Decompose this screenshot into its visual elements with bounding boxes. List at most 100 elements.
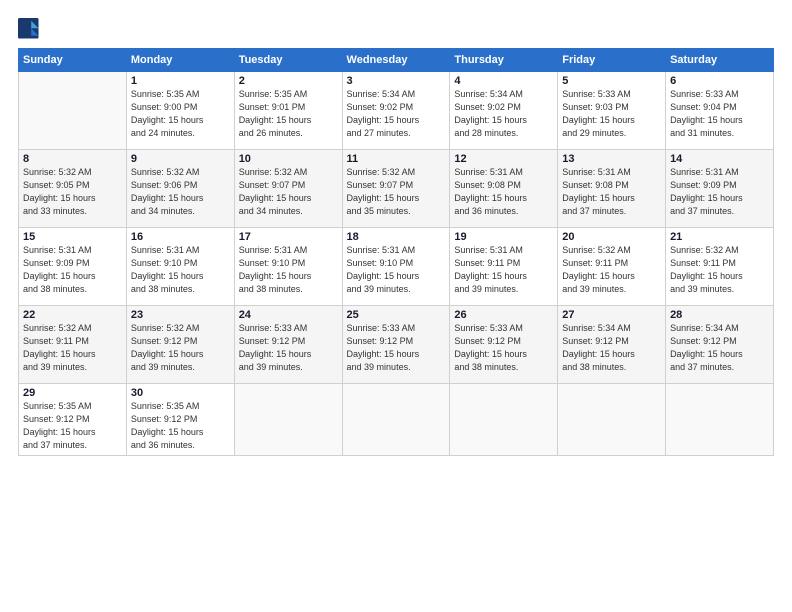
day-number: 8 — [23, 153, 122, 165]
cell-text: Sunrise: 5:31 AMSunset: 9:10 PMDaylight:… — [347, 245, 420, 294]
calendar-cell: 6 Sunrise: 5:33 AMSunset: 9:04 PMDaylight… — [666, 72, 774, 150]
cell-text: Sunrise: 5:33 AMSunset: 9:12 PMDaylight:… — [239, 323, 312, 372]
cell-text: Sunrise: 5:33 AMSunset: 9:12 PMDaylight:… — [454, 323, 527, 372]
day-number: 26 — [454, 309, 553, 321]
calendar-cell: 2 Sunrise: 5:35 AMSunset: 9:01 PMDaylight… — [234, 72, 342, 150]
day-number: 24 — [239, 309, 338, 321]
calendar-cell: 3 Sunrise: 5:34 AMSunset: 9:02 PMDaylight… — [342, 72, 450, 150]
calendar-cell: 18 Sunrise: 5:31 AMSunset: 9:10 PMDayligh… — [342, 228, 450, 306]
calendar-cell: 10Sunrise: 5:32 AMSunset: 9:07 PMDayligh… — [234, 150, 342, 228]
calendar-cell: 19 Sunrise: 5:31 AMSunset: 9:11 PMDayligh… — [450, 228, 558, 306]
calendar-week-row: 29 Sunrise: 5:35 AMSunset: 9:12 PMDayligh… — [19, 384, 774, 456]
cell-text: Sunrise: 5:35 AMSunset: 9:12 PMDaylight:… — [131, 401, 204, 450]
cell-text: Sunrise: 5:35 AMSunset: 9:12 PMDaylight:… — [23, 401, 96, 450]
calendar-cell: 16 Sunrise: 5:31 AMSunset: 9:10 PMDayligh… — [126, 228, 234, 306]
header — [18, 18, 774, 40]
cell-text: Sunrise: 5:33 AMSunset: 9:12 PMDaylight:… — [347, 323, 420, 372]
cell-text: Sunrise: 5:32 AMSunset: 9:11 PMDaylight:… — [23, 323, 96, 372]
column-header-friday: Friday — [558, 49, 666, 72]
calendar-body: 1 Sunrise: 5:35 AMSunset: 9:00 PMDaylight… — [19, 72, 774, 456]
day-number: 29 — [23, 387, 122, 399]
cell-text: Sunrise: 5:34 AMSunset: 9:02 PMDaylight:… — [347, 89, 420, 138]
calendar-cell — [342, 384, 450, 456]
calendar-cell: 9Sunrise: 5:32 AMSunset: 9:06 PMDaylight… — [126, 150, 234, 228]
calendar-cell: 21Sunrise: 5:32 AMSunset: 9:11 PMDayligh… — [666, 228, 774, 306]
calendar-cell: 12 Sunrise: 5:31 AMSunset: 9:08 PMDayligh… — [450, 150, 558, 228]
calendar-cell: 20 Sunrise: 5:32 AMSunset: 9:11 PMDayligh… — [558, 228, 666, 306]
day-number: 6 — [670, 75, 769, 87]
calendar-cell: 24 Sunrise: 5:33 AMSunset: 9:12 PMDayligh… — [234, 306, 342, 384]
cell-text: Sunrise: 5:32 AMSunset: 9:06 PMDaylight:… — [131, 167, 204, 216]
cell-text: Sunrise: 5:32 AMSunset: 9:11 PMDaylight:… — [562, 245, 635, 294]
calendar-cell: 26 Sunrise: 5:33 AMSunset: 9:12 PMDayligh… — [450, 306, 558, 384]
calendar-cell: 1 Sunrise: 5:35 AMSunset: 9:00 PMDaylight… — [126, 72, 234, 150]
calendar-cell: 28 Sunrise: 5:34 AMSunset: 9:12 PMDayligh… — [666, 306, 774, 384]
calendar-header-row: SundayMondayTuesdayWednesdayThursdayFrid… — [19, 49, 774, 72]
day-number: 19 — [454, 231, 553, 243]
day-number: 18 — [347, 231, 446, 243]
page: SundayMondayTuesdayWednesdayThursdayFrid… — [0, 0, 792, 612]
cell-text: Sunrise: 5:34 AMSunset: 9:12 PMDaylight:… — [670, 323, 743, 372]
day-number: 12 — [454, 153, 553, 165]
day-number: 16 — [131, 231, 230, 243]
day-number: 22 — [23, 309, 122, 321]
calendar-week-row: 8Sunrise: 5:32 AMSunset: 9:05 PMDaylight… — [19, 150, 774, 228]
cell-text: Sunrise: 5:34 AMSunset: 9:12 PMDaylight:… — [562, 323, 635, 372]
calendar-week-row: 15 Sunrise: 5:31 AMSunset: 9:09 PMDayligh… — [19, 228, 774, 306]
cell-text: Sunrise: 5:33 AMSunset: 9:03 PMDaylight:… — [562, 89, 635, 138]
calendar-cell: 25 Sunrise: 5:33 AMSunset: 9:12 PMDayligh… — [342, 306, 450, 384]
calendar-cell: 23 Sunrise: 5:32 AMSunset: 9:12 PMDayligh… — [126, 306, 234, 384]
day-number: 1 — [131, 75, 230, 87]
day-number: 3 — [347, 75, 446, 87]
cell-text: Sunrise: 5:31 AMSunset: 9:11 PMDaylight:… — [454, 245, 527, 294]
calendar-cell: 14 Sunrise: 5:31 AMSunset: 9:09 PMDayligh… — [666, 150, 774, 228]
day-number: 28 — [670, 309, 769, 321]
calendar-cell — [234, 384, 342, 456]
cell-text: Sunrise: 5:34 AMSunset: 9:02 PMDaylight:… — [454, 89, 527, 138]
calendar-cell: 8Sunrise: 5:32 AMSunset: 9:05 PMDaylight… — [19, 150, 127, 228]
day-number: 17 — [239, 231, 338, 243]
day-number: 23 — [131, 309, 230, 321]
day-number: 2 — [239, 75, 338, 87]
cell-text: Sunrise: 5:32 AMSunset: 9:12 PMDaylight:… — [131, 323, 204, 372]
calendar-cell — [666, 384, 774, 456]
cell-text: Sunrise: 5:31 AMSunset: 9:08 PMDaylight:… — [454, 167, 527, 216]
cell-text: Sunrise: 5:35 AMSunset: 9:01 PMDaylight:… — [239, 89, 312, 138]
column-header-thursday: Thursday — [450, 49, 558, 72]
column-header-wednesday: Wednesday — [342, 49, 450, 72]
day-number: 10 — [239, 153, 338, 165]
calendar-cell: 15 Sunrise: 5:31 AMSunset: 9:09 PMDayligh… — [19, 228, 127, 306]
column-header-sunday: Sunday — [19, 49, 127, 72]
day-number: 4 — [454, 75, 553, 87]
calendar-table: SundayMondayTuesdayWednesdayThursdayFrid… — [18, 48, 774, 456]
day-number: 15 — [23, 231, 122, 243]
calendar-cell: 27 Sunrise: 5:34 AMSunset: 9:12 PMDayligh… — [558, 306, 666, 384]
day-number: 13 — [562, 153, 661, 165]
calendar-week-row: 1 Sunrise: 5:35 AMSunset: 9:00 PMDaylight… — [19, 72, 774, 150]
cell-text: Sunrise: 5:33 AMSunset: 9:04 PMDaylight:… — [670, 89, 743, 138]
calendar-week-row: 22 Sunrise: 5:32 AMSunset: 9:11 PMDayligh… — [19, 306, 774, 384]
calendar-cell: 11Sunrise: 5:32 AMSunset: 9:07 PMDayligh… — [342, 150, 450, 228]
day-number: 20 — [562, 231, 661, 243]
cell-text: Sunrise: 5:31 AMSunset: 9:09 PMDaylight:… — [23, 245, 96, 294]
calendar-cell: 29 Sunrise: 5:35 AMSunset: 9:12 PMDayligh… — [19, 384, 127, 456]
cell-text: Sunrise: 5:31 AMSunset: 9:10 PMDaylight:… — [131, 245, 204, 294]
cell-text: Sunrise: 5:31 AMSunset: 9:09 PMDaylight:… — [670, 167, 743, 216]
day-number: 14 — [670, 153, 769, 165]
cell-text: Sunrise: 5:35 AMSunset: 9:00 PMDaylight:… — [131, 89, 204, 138]
day-number: 5 — [562, 75, 661, 87]
day-number: 21 — [670, 231, 769, 243]
calendar-cell: 30 Sunrise: 5:35 AMSunset: 9:12 PMDayligh… — [126, 384, 234, 456]
calendar-cell: 5 Sunrise: 5:33 AMSunset: 9:03 PMDaylight… — [558, 72, 666, 150]
day-number: 25 — [347, 309, 446, 321]
day-number: 27 — [562, 309, 661, 321]
cell-text: Sunrise: 5:31 AMSunset: 9:10 PMDaylight:… — [239, 245, 312, 294]
calendar-cell: 17 Sunrise: 5:31 AMSunset: 9:10 PMDayligh… — [234, 228, 342, 306]
calendar-cell: 4 Sunrise: 5:34 AMSunset: 9:02 PMDaylight… — [450, 72, 558, 150]
column-header-monday: Monday — [126, 49, 234, 72]
day-number: 30 — [131, 387, 230, 399]
day-number: 11 — [347, 153, 446, 165]
calendar-cell: 13Sunrise: 5:31 AMSunset: 9:08 PMDayligh… — [558, 150, 666, 228]
logo-icon — [18, 18, 40, 40]
calendar-cell: 22 Sunrise: 5:32 AMSunset: 9:11 PMDayligh… — [19, 306, 127, 384]
